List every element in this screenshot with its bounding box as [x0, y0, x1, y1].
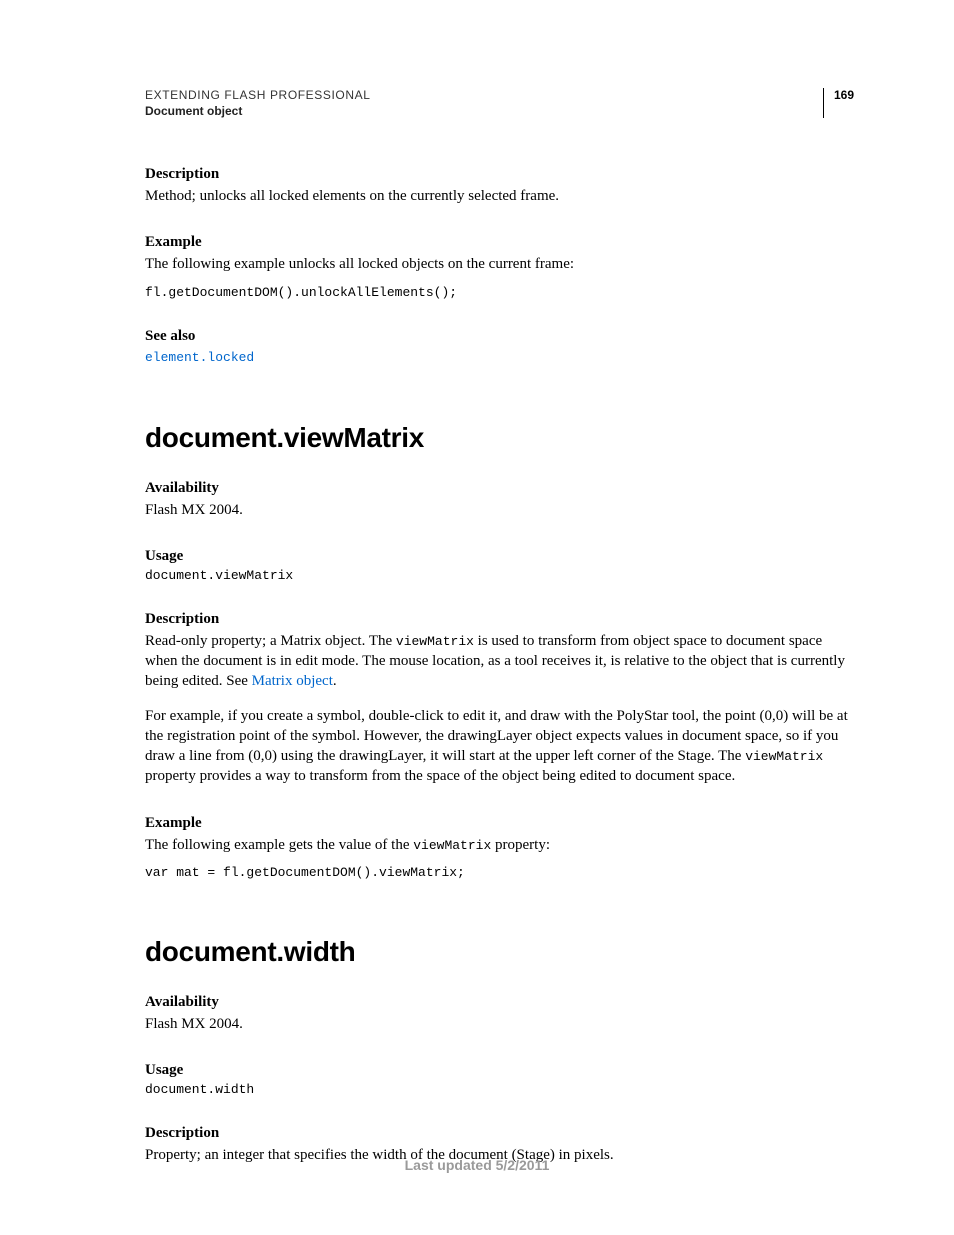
ex2-b: property:: [491, 837, 550, 853]
availability-label: Availability: [145, 480, 854, 497]
usage-label-3: Usage: [145, 1062, 854, 1079]
page-number-wrap: 169: [823, 88, 854, 118]
description-p2: For example, if you create a symbol, dou…: [145, 706, 854, 787]
example-block: Example The following example unlocks al…: [145, 234, 854, 299]
example-block-2: Example The following example gets the v…: [145, 815, 854, 880]
example-code-2: var mat = fl.getDocumentDOM().viewMatrix…: [145, 865, 854, 880]
description-label-2: Description: [145, 611, 854, 628]
page-content: EXTENDING FLASH PROFESSIONAL Document ob…: [0, 0, 954, 1165]
seealso-label: See also: [145, 328, 854, 345]
availability-label-3: Availability: [145, 994, 854, 1011]
page-header: EXTENDING FLASH PROFESSIONAL Document ob…: [145, 88, 854, 118]
description-p1: Read-only property; a Matrix object. The…: [145, 631, 854, 692]
availability-text: Flash MX 2004.: [145, 500, 854, 520]
description-block-2: Description Read-only property; a Matrix…: [145, 611, 854, 787]
description-label: Description: [145, 166, 854, 183]
usage-code: document.viewMatrix: [145, 568, 854, 583]
usage-block: Usage document.viewMatrix: [145, 548, 854, 583]
running-head: EXTENDING FLASH PROFESSIONAL: [145, 88, 823, 102]
desc-p1-a: Read-only property; a Matrix object. The: [145, 633, 396, 649]
example-label-2: Example: [145, 815, 854, 832]
link-element-locked[interactable]: element.locked: [145, 350, 254, 365]
page-footer: Last updated 5/2/2011: [0, 1157, 954, 1173]
running-sub: Document object: [145, 104, 823, 118]
header-left: EXTENDING FLASH PROFESSIONAL Document ob…: [145, 88, 823, 118]
desc-p1-c: .: [333, 673, 337, 689]
availability-text-3: Flash MX 2004.: [145, 1014, 854, 1034]
usage-label: Usage: [145, 548, 854, 565]
ex2-code: viewMatrix: [413, 838, 491, 853]
desc-p2-a: For example, if you create a symbol, dou…: [145, 708, 848, 765]
desc-p1-code: viewMatrix: [396, 634, 474, 649]
usage-code-3: document.width: [145, 1082, 854, 1097]
page-number: 169: [834, 88, 854, 102]
description-block: Description Method; unlocks all locked e…: [145, 166, 854, 206]
example-text-2: The following example gets the value of …: [145, 835, 854, 855]
example-text: The following example unlocks all locked…: [145, 254, 854, 274]
title-viewmatrix: document.viewMatrix: [145, 422, 854, 454]
desc-p2-code: viewMatrix: [745, 749, 823, 764]
description-label-3: Description: [145, 1125, 854, 1142]
availability-block: Availability Flash MX 2004.: [145, 480, 854, 520]
description-text: Method; unlocks all locked elements on t…: [145, 186, 854, 206]
availability-block-3: Availability Flash MX 2004.: [145, 994, 854, 1034]
desc-p2-b: property provides a way to transform fro…: [145, 768, 735, 784]
ex2-a: The following example gets the value of …: [145, 837, 413, 853]
link-matrix-object[interactable]: Matrix object: [252, 673, 333, 689]
seealso-block: See also element.locked: [145, 328, 854, 366]
example-label: Example: [145, 234, 854, 251]
usage-block-3: Usage document.width: [145, 1062, 854, 1097]
seealso-links: element.locked: [145, 348, 854, 366]
example-code: fl.getDocumentDOM().unlockAllElements();: [145, 285, 854, 300]
title-width: document.width: [145, 936, 854, 968]
